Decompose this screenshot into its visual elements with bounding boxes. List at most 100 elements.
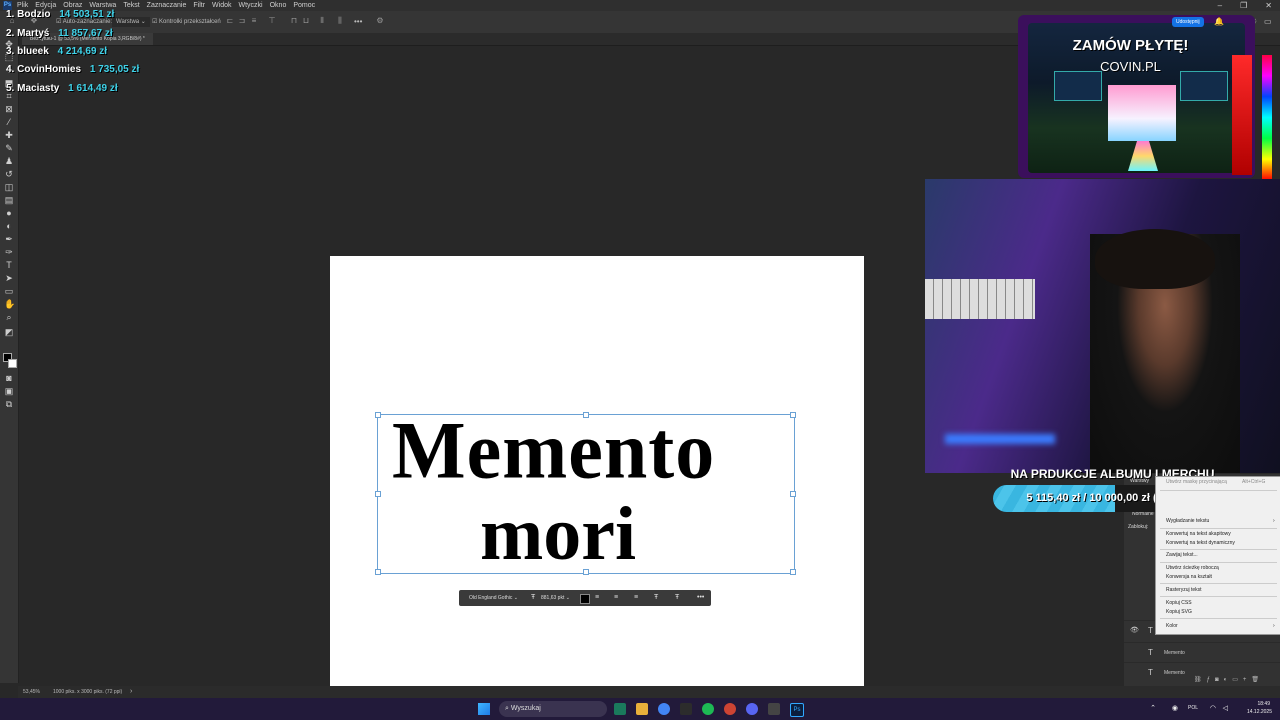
menu-item-copy-svg[interactable]: Kopiuj SVG	[1166, 608, 1192, 617]
menu-item-antialias[interactable]: Wygładzanie tekstu	[1166, 517, 1209, 526]
transform-handle[interactable]	[583, 569, 589, 575]
zoom-level[interactable]: 53,45%	[23, 686, 40, 698]
align-right-icon[interactable]: ≡	[250, 17, 258, 25]
align-top-icon[interactable]: ⊤	[268, 17, 276, 25]
app-icon[interactable]	[768, 703, 780, 715]
taskbar-search[interactable]: ⌕ Wyszukaj	[499, 701, 607, 717]
hue-slider[interactable]	[1262, 55, 1272, 180]
menu-type[interactable]: Tekst	[123, 0, 139, 11]
text-bounding-box[interactable]	[375, 412, 796, 575]
hand-tool-icon[interactable]: ✋	[4, 299, 15, 309]
distribute-h-icon[interactable]: ⫴	[318, 17, 326, 25]
chevron-right-icon[interactable]: ›	[130, 686, 132, 698]
screen-mode-icon[interactable]: ▣	[4, 386, 14, 396]
discord-icon[interactable]	[746, 703, 758, 715]
distribute-v-icon[interactable]: ⊔	[302, 17, 310, 25]
menu-item-convert-shape[interactable]: Konwersja na kształt	[1166, 573, 1212, 582]
text-color-swatch[interactable]	[580, 594, 590, 604]
default-colors-icon[interactable]: ◩	[4, 327, 14, 337]
minimize-icon[interactable]: –	[1218, 0, 1222, 11]
brush-tool-icon[interactable]: ✎	[4, 143, 14, 153]
volume-icon[interactable]: ◁	[1223, 704, 1228, 712]
edit-toolbar-icon[interactable]: ⧉	[4, 399, 14, 409]
transform-handle[interactable]	[375, 412, 381, 418]
blur-tool-icon[interactable]: ●	[4, 208, 14, 218]
menu-item-clipping-mask[interactable]: Utwórz maskę przycinającą	[1166, 478, 1227, 487]
network-icon[interactable]: ◉	[1172, 704, 1178, 712]
distribute-spacing-icon[interactable]: ⫼	[336, 17, 344, 25]
align-left-icon[interactable]: ⊏	[226, 17, 234, 25]
transform-handle[interactable]	[790, 491, 796, 497]
menu-item-dynamic-text[interactable]: Konwertuj na tekst dynamiczny	[1166, 539, 1235, 548]
menu-plugins[interactable]: Wtyczki	[239, 0, 263, 11]
menu-item-copy-css[interactable]: Kopiuj CSS	[1166, 599, 1192, 608]
transform-handle[interactable]	[790, 569, 796, 575]
menu-filter[interactable]: Filtr	[193, 0, 205, 11]
chrome-icon[interactable]	[658, 703, 670, 715]
layer-select-dropdown[interactable]: Warstwa ⌄	[112, 17, 150, 27]
adjustment-icon[interactable]: ◐	[1224, 677, 1233, 683]
file-explorer-icon[interactable]	[636, 703, 648, 715]
frame-tool-icon[interactable]: ⊠	[4, 104, 14, 114]
text-options-icon[interactable]: Ŧ	[675, 590, 679, 606]
more-options-button[interactable]: •••	[354, 17, 362, 27]
close-icon[interactable]: ✕	[1265, 0, 1272, 11]
pen-tool-2-icon[interactable]: ✑	[4, 247, 14, 257]
spotify-icon[interactable]	[702, 703, 714, 715]
windows-start-icon[interactable]	[478, 703, 490, 715]
font-family-dropdown[interactable]: Old England Gothic ⌄	[469, 590, 518, 606]
clock-time[interactable]: 18:49	[1257, 701, 1270, 707]
align-right-icon[interactable]: ≡	[634, 590, 638, 606]
clock-date[interactable]: 14.12.2025	[1247, 709, 1272, 715]
folder-icon[interactable]: ▭	[1232, 677, 1243, 683]
eraser-tool-icon[interactable]: ◫	[4, 182, 14, 192]
quick-mask-icon[interactable]: ◙	[4, 373, 14, 383]
type-tool-icon[interactable]: T	[4, 260, 14, 270]
distribute-icon[interactable]: ⊓	[290, 17, 298, 25]
background-color-swatch[interactable]	[8, 359, 17, 368]
text-warp-icon[interactable]: Ŧ	[654, 590, 658, 606]
color-panel-field[interactable]	[1232, 55, 1252, 175]
menu-item-rasterize[interactable]: Rasteryzuj tekst	[1166, 586, 1202, 595]
gear-icon[interactable]: ⚙	[376, 17, 384, 25]
transform-handle[interactable]	[375, 569, 381, 575]
font-size-dropdown[interactable]: 881,63 pkt ⌄	[541, 590, 570, 606]
menu-item-color[interactable]: Kolor	[1166, 622, 1178, 631]
photoshop-taskbar-icon[interactable]: Ps	[790, 703, 804, 717]
layer-name[interactable]: Memento	[1164, 643, 1185, 663]
layer-name[interactable]: Memento	[1164, 663, 1185, 683]
share-button[interactable]: Udostępnij	[1172, 17, 1204, 27]
transform-handle[interactable]	[375, 491, 381, 497]
align-left-icon[interactable]: ≡	[595, 590, 599, 606]
app-icon[interactable]	[614, 703, 626, 715]
path-select-icon[interactable]: ➤	[4, 273, 14, 283]
align-center-icon[interactable]: ⊐	[238, 17, 246, 25]
chevron-up-icon[interactable]: ⌃	[1150, 704, 1156, 712]
mask-icon[interactable]: ◙	[1215, 677, 1224, 683]
more-options-button[interactable]: •••	[697, 590, 704, 606]
menu-item-paragraph-text[interactable]: Konwertuj na tekst akapitowy	[1166, 530, 1231, 539]
menu-item-warp-text[interactable]: Zawijaj tekst...	[1166, 551, 1198, 560]
bell-icon[interactable]: 🔔	[1214, 17, 1224, 26]
menu-item-work-path[interactable]: Utwórz ścieżkę roboczą	[1166, 564, 1219, 573]
stamp-tool-icon[interactable]: ♟	[4, 156, 14, 166]
app-icon[interactable]	[680, 703, 692, 715]
history-brush-icon[interactable]: ↺	[4, 169, 14, 179]
menu-view[interactable]: Widok	[212, 0, 231, 11]
app-icon[interactable]	[724, 703, 736, 715]
align-center-icon[interactable]: ≡	[614, 590, 618, 606]
eye-icon[interactable]: 👁	[1130, 621, 1139, 641]
trash-icon[interactable]: 🗑	[1251, 677, 1264, 683]
transform-handle[interactable]	[790, 412, 796, 418]
layout-icon[interactable]: ▭	[1264, 17, 1272, 26]
rectangle-tool-icon[interactable]: ▭	[4, 286, 14, 296]
gradient-tool-icon[interactable]: ▤	[4, 195, 14, 205]
menu-window[interactable]: Okno	[270, 0, 287, 11]
wifi-icon[interactable]: ◠	[1210, 704, 1216, 712]
menu-select[interactable]: Zaznaczanie	[147, 0, 187, 11]
healing-brush-icon[interactable]: ✚	[4, 130, 14, 140]
eyedropper-icon[interactable]: ⁄	[4, 117, 14, 127]
language-indicator[interactable]: POL	[1188, 705, 1198, 711]
transform-handle[interactable]	[583, 412, 589, 418]
transform-controls-checkbox[interactable]: ☑ Kontrolki przekształceń	[152, 17, 221, 27]
